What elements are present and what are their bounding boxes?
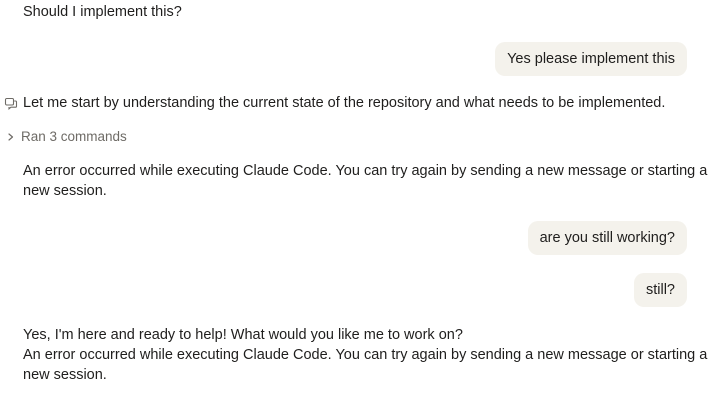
assistant-thinking-text: Let me start by understanding the curren…	[23, 95, 666, 111]
user-message-bubble: still?	[633, 273, 687, 307]
assistant-reply-text: Yes, I'm here and ready to help! What wo…	[23, 327, 463, 343]
tool-summary-label: Ran 3 commands	[21, 129, 127, 144]
chevron-right-icon	[4, 130, 18, 144]
error-message: An error occurred while executing Claude…	[23, 347, 708, 383]
chat-bubble-icon	[4, 97, 18, 111]
user-message-bubble: Yes please implement this	[495, 42, 687, 76]
tool-summary-toggle[interactable]: Ran 3 commands	[4, 127, 127, 147]
error-message: An error occurred while executing Claude…	[23, 163, 708, 199]
assistant-message-text: Should I implement this?	[23, 4, 182, 20]
user-message-bubble: are you still working?	[527, 221, 687, 255]
